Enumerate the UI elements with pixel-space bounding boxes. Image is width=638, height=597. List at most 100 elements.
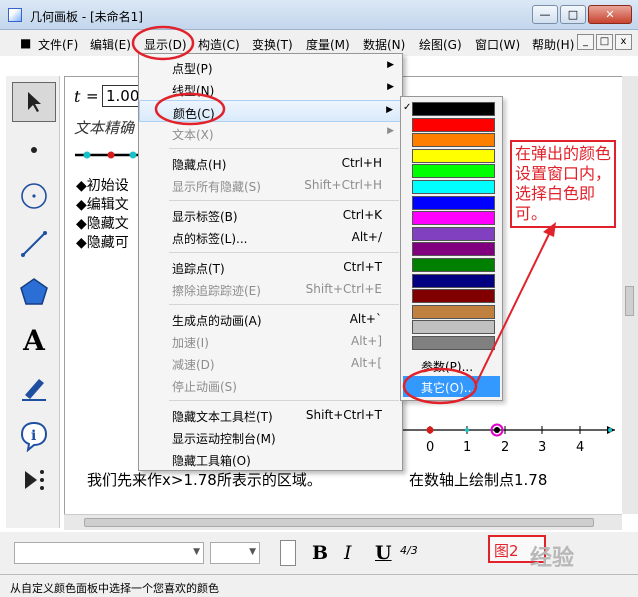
color-swatch[interactable] xyxy=(412,180,495,194)
horizontal-scroll-thumb[interactable] xyxy=(84,518,594,527)
horizontal-scrollbar[interactable] xyxy=(64,514,622,530)
slider-point[interactable] xyxy=(107,151,115,159)
bullet-item[interactable]: ◆隐藏文 xyxy=(76,215,129,234)
annotation-callout: 在弹出的颜色设置窗口内，选择白色即可。 xyxy=(510,140,616,228)
unit-point[interactable] xyxy=(465,428,469,432)
menu-item-color[interactable]: 颜色(C) ▶ xyxy=(139,100,402,122)
palette-parameter-item[interactable]: 参数(P)... xyxy=(403,355,500,376)
vertical-scroll-thumb[interactable] xyxy=(625,286,634,316)
window-title: 几何画板 - [未命名1] xyxy=(30,10,143,24)
point-icon xyxy=(31,147,37,153)
menu-item-point-style[interactable]: 点型(P) ▶ xyxy=(139,56,402,78)
color-swatch[interactable] xyxy=(412,195,495,210)
menu-item-trace-points[interactable]: 追踪点(T) Ctrl+T xyxy=(139,256,402,278)
underline-button[interactable]: U xyxy=(375,542,392,564)
menu-graph[interactable]: 绘图(G) xyxy=(419,36,462,53)
color-swatch[interactable] xyxy=(412,226,495,241)
axis-end-point[interactable] xyxy=(608,428,612,432)
color-swatch[interactable] xyxy=(412,117,495,132)
color-swatch[interactable] xyxy=(412,258,495,272)
close-button[interactable]: ✕ xyxy=(588,5,632,24)
mdi-close-button[interactable]: x xyxy=(615,34,632,50)
color-swatch[interactable] xyxy=(412,289,495,304)
menu-edit[interactable]: 编辑(E) xyxy=(90,36,131,53)
text-line: 文本精确 xyxy=(74,119,135,137)
display-menu-dropdown: 点型(P) ▶ 线型(N) ▶ 颜色(C) ▶ 文本(X) ▶ 隐藏点(H) Ctrl+H… xyxy=(138,53,403,471)
caption-right[interactable]: 在数轴上绘制点1.78 xyxy=(409,469,547,490)
italic-button[interactable]: I xyxy=(344,542,352,564)
point-178[interactable] xyxy=(494,427,500,433)
menu-item-animate-points[interactable]: 生成点的动画(A) Alt+` xyxy=(139,308,402,330)
vertical-scrollbar[interactable] xyxy=(622,76,638,514)
menu-item-show-labels[interactable]: 显示标签(B) Ctrl+K xyxy=(139,204,402,226)
text-a-icon: A xyxy=(23,323,45,357)
menu-data[interactable]: 数据(N) xyxy=(363,36,405,53)
color-swatch[interactable] xyxy=(412,211,495,226)
axis-tick-label: 0 xyxy=(426,440,435,455)
app-icon xyxy=(8,8,22,22)
fraction-icon[interactable]: 4/3 xyxy=(400,544,418,557)
bullet-item[interactable]: ◆初始设 xyxy=(76,177,129,196)
palette-other-item[interactable]: 其它(O)... xyxy=(403,376,500,397)
color-swatch[interactable] xyxy=(412,242,495,257)
color-swatch[interactable] xyxy=(412,148,495,163)
menu-display[interactable]: 显示(D) xyxy=(144,36,187,53)
text-color-button[interactable] xyxy=(280,540,296,566)
color-swatch[interactable] xyxy=(412,133,495,148)
axis-tick-label: 2 xyxy=(501,440,510,455)
slider-line[interactable] xyxy=(73,147,143,163)
color-swatch[interactable] xyxy=(412,320,495,335)
marker-tool[interactable] xyxy=(12,368,56,408)
text-tool[interactable]: A xyxy=(12,320,56,360)
menu-item-point-labels[interactable]: 点的标签(L)... Alt+/ xyxy=(139,226,402,248)
origin-point[interactable] xyxy=(426,426,434,434)
submenu-arrow-icon: ▶ xyxy=(387,60,394,70)
caption-left[interactable]: 我们先来作x>1.78所表示的区域。 xyxy=(87,469,322,490)
menu-item-hide-toolbox[interactable]: 隐藏工具箱(O) xyxy=(139,448,402,470)
circle-icon xyxy=(21,183,47,209)
slider-point[interactable] xyxy=(129,151,137,159)
compass-tool[interactable] xyxy=(12,176,56,216)
color-swatch[interactable] xyxy=(412,273,495,288)
color-swatch[interactable] xyxy=(412,164,495,179)
font-size-combo[interactable]: ▼ xyxy=(210,542,260,564)
mdi-restore-button[interactable]: □ xyxy=(596,34,613,50)
menu-separator xyxy=(169,252,399,253)
menu-separator xyxy=(169,304,399,305)
menu-item-line-style[interactable]: 线型(N) ▶ xyxy=(139,78,402,100)
maximize-button[interactable]: □ xyxy=(560,5,586,24)
chevron-down-icon: ▼ xyxy=(193,547,200,557)
minimize-button[interactable]: — xyxy=(532,5,558,24)
straightedge-tool[interactable] xyxy=(12,224,56,264)
status-text: 从自定义颜色面板中选择一个您喜欢的颜色 xyxy=(10,582,219,595)
custom-tool[interactable] xyxy=(12,460,56,500)
param-name: t xyxy=(74,87,81,106)
menu-construct[interactable]: 构造(C) xyxy=(198,36,240,53)
menu-measure[interactable]: 度量(M) xyxy=(306,36,350,53)
menu-item-show-motion-controller[interactable]: 显示运动控制台(M) xyxy=(139,426,402,448)
bold-button[interactable]: B xyxy=(312,542,328,564)
point-tool[interactable] xyxy=(12,130,56,170)
arrow-select-tool[interactable] xyxy=(12,82,56,122)
arrow-icon xyxy=(28,92,41,112)
menu-file[interactable]: 文件(F) xyxy=(38,36,78,53)
color-swatch[interactable] xyxy=(412,336,495,350)
title-bar: 几何画板 - [未命名1] — □ ✕ xyxy=(0,0,638,30)
color-swatch[interactable] xyxy=(412,102,495,116)
bullet-item[interactable]: ◆编辑文 xyxy=(76,196,129,215)
slider-point[interactable] xyxy=(83,151,91,159)
font-family-combo[interactable]: ▼ xyxy=(14,542,204,564)
param-equals: = xyxy=(86,87,99,105)
svg-text:i: i xyxy=(31,428,36,444)
menu-item-hide-points[interactable]: 隐藏点(H) Ctrl+H xyxy=(139,152,402,174)
mdi-minimize-button[interactable]: _ xyxy=(577,34,594,50)
color-swatch[interactable] xyxy=(412,304,495,319)
menu-help[interactable]: 帮助(H) xyxy=(532,36,574,53)
menu-transform[interactable]: 变换(T) xyxy=(252,36,293,53)
menu-window[interactable]: 窗口(W) xyxy=(475,36,520,53)
information-tool[interactable]: i xyxy=(12,416,56,456)
info-bubble-icon: i xyxy=(20,421,48,452)
menu-item-hide-text-toolbar[interactable]: 隐藏文本工具栏(T) Shift+Ctrl+T xyxy=(139,404,402,426)
polygon-tool[interactable] xyxy=(12,272,56,312)
bullet-item[interactable]: ◆隐藏可 xyxy=(76,234,129,253)
